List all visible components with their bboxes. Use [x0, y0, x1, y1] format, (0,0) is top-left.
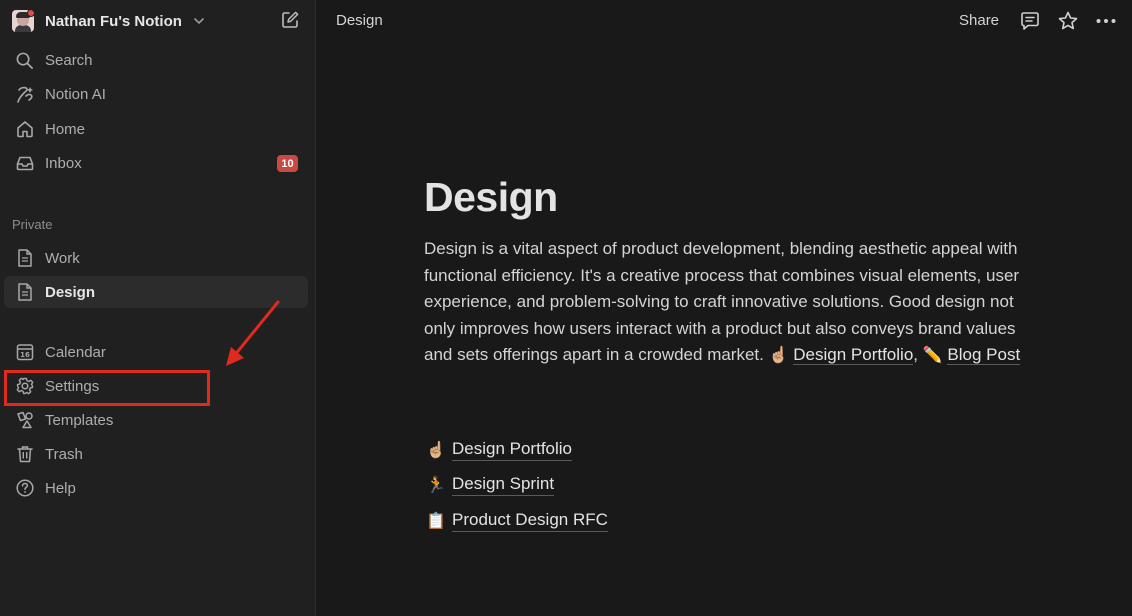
sidebar-item-label: Search [45, 51, 93, 69]
sub-page-link-design-sprint[interactable]: 🏃 Design Sprint [426, 471, 555, 497]
calendar-icon: 16 [14, 342, 35, 363]
pointing-up-emoji-icon: ☝🏼 [426, 439, 446, 459]
sidebar-item-label: Calendar [45, 343, 106, 361]
breadcrumb[interactable]: Design [336, 12, 383, 29]
help-icon [14, 478, 35, 499]
pencil-emoji-icon: ✏️ [922, 345, 943, 364]
home-icon [14, 119, 35, 140]
sidebar-item-notion-ai[interactable]: Notion AI [4, 78, 308, 110]
inline-link-design-portfolio[interactable]: Design Portfolio [793, 345, 914, 365]
sidebar-item-label: Templates [45, 411, 114, 429]
sidebar-item-label: Notion AI [45, 85, 106, 103]
sidebar-item-label: Design [45, 283, 96, 301]
page-icon [14, 282, 35, 303]
sidebar-item-templates[interactable]: Templates [4, 404, 308, 436]
calendar-icon-date: 16 [20, 351, 30, 359]
pointing-up-emoji-icon: ☝🏼 [768, 345, 789, 364]
trash-icon [14, 444, 35, 465]
sidebar-item-work[interactable]: Work [4, 242, 308, 274]
page-body-paragraph[interactable]: Design is a vital aspect of product deve… [424, 236, 1034, 369]
workspace-switcher[interactable]: Nathan Fu's Notion [12, 8, 206, 34]
sidebar-item-label: Help [45, 479, 76, 497]
sub-page-label: Design Portfolio [452, 438, 573, 461]
search-icon [14, 50, 35, 71]
notion-ai-icon [14, 84, 35, 105]
link-separator: , [913, 345, 919, 364]
sidebar: Nathan Fu's Notion Search Notion AI Home… [0, 0, 316, 616]
sub-page-link-product-design-rfc[interactable]: 📋 Product Design RFC [426, 507, 608, 533]
runner-emoji-icon: 🏃 [426, 474, 446, 494]
star-icon[interactable] [1057, 10, 1079, 32]
sidebar-item-search[interactable]: Search [4, 44, 308, 76]
clipboard-emoji-icon: 📋 [426, 510, 446, 530]
sub-page-link-design-portfolio[interactable]: ☝🏼 Design Portfolio [426, 436, 573, 462]
page-icon [14, 248, 35, 269]
sub-page-label: Design Sprint [452, 473, 555, 496]
workspace-name: Nathan Fu's Notion [45, 12, 182, 30]
inline-link-blog-post[interactable]: Blog Post [947, 345, 1021, 365]
section-label-private: Private [12, 217, 53, 232]
sidebar-item-help[interactable]: Help [4, 472, 308, 504]
inbox-icon [14, 153, 35, 174]
annotation-arrow [226, 300, 280, 366]
page-title[interactable]: Design [424, 174, 558, 221]
sidebar-item-label: Home [45, 120, 86, 138]
sidebar-item-home[interactable]: Home [4, 113, 308, 145]
annotation-highlight-box [4, 370, 210, 406]
templates-icon [14, 410, 35, 431]
comment-icon[interactable] [1019, 10, 1041, 32]
chevron-down-icon [194, 18, 204, 25]
workspace-avatar [12, 10, 34, 32]
sidebar-item-label: Inbox [45, 154, 82, 172]
new-page-icon[interactable] [280, 10, 300, 30]
sidebar-item-label: Trash [45, 445, 83, 463]
sidebar-item-label: Work [45, 249, 80, 267]
sidebar-item-trash[interactable]: Trash [4, 438, 308, 470]
more-options-icon[interactable] [1095, 10, 1117, 32]
share-button[interactable]: Share [959, 12, 999, 29]
sub-page-label: Product Design RFC [452, 509, 608, 532]
inbox-unread-badge: 10 [277, 155, 298, 172]
sidebar-item-inbox[interactable]: Inbox 10 [4, 147, 308, 179]
